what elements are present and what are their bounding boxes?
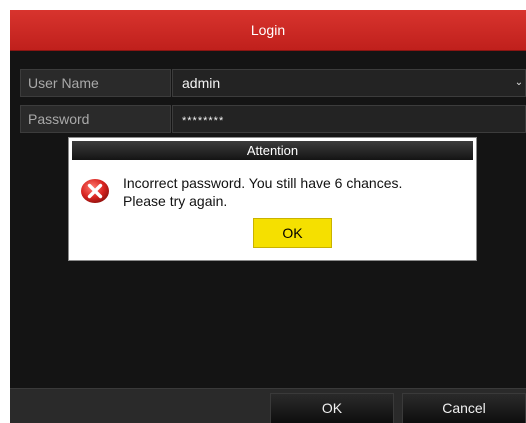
error-message-line-1: Incorrect password. You still have 6 cha…	[123, 175, 403, 191]
ok-button[interactable]: OK	[270, 393, 394, 423]
cancel-button[interactable]: Cancel	[402, 393, 526, 423]
screen: Login User Name admin ⌄ Password *******…	[0, 0, 526, 423]
password-row: Password ********	[20, 105, 526, 133]
login-window: Login User Name admin ⌄ Password *******…	[10, 10, 526, 423]
title-bar: Login	[10, 10, 526, 51]
chevron-down-icon[interactable]: ⌄	[513, 70, 525, 96]
window-title: Login	[250, 22, 286, 38]
username-select[interactable]: admin ⌄	[172, 69, 526, 97]
dialog-title: Attention	[72, 141, 473, 160]
dialog-ok-button[interactable]: OK	[253, 218, 332, 248]
attention-dialog: Attention Incorrect password. You still …	[68, 137, 477, 261]
password-value: ********	[182, 115, 225, 127]
username-value: admin	[182, 75, 221, 91]
error-message-line-2: Please try again.	[123, 193, 228, 209]
bottom-bar: OK Cancel	[10, 388, 526, 423]
error-message: Incorrect password. You still have 6 cha…	[123, 174, 463, 210]
username-row: User Name admin ⌄	[20, 69, 526, 97]
username-label: User Name	[20, 69, 171, 97]
password-input[interactable]: ********	[172, 105, 526, 133]
error-x-icon	[81, 179, 109, 203]
password-label: Password	[20, 105, 171, 133]
